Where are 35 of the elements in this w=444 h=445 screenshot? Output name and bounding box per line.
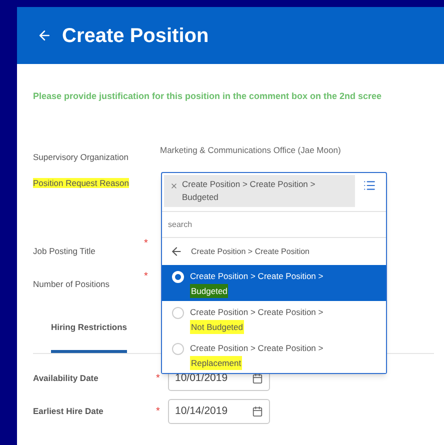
option-item[interactable]: Create Position > Create Position > Budgeted <box>162 265 386 301</box>
selected-chip[interactable]: Create Position > Create Position > Budgeted <box>164 175 355 207</box>
required-mark: * <box>156 373 160 384</box>
back-item[interactable]: Create Position > Create Position <box>162 238 386 265</box>
field-label: Earliest Hire Date <box>33 405 104 418</box>
search-field[interactable]: search <box>162 211 386 238</box>
field-label: Position Request Reason <box>33 178 129 188</box>
option-path: Create Position > Create Position > <box>190 306 324 319</box>
option-label: Replacement <box>190 356 242 370</box>
option-path: Create Position > Create Position > <box>190 342 324 355</box>
option-path: Create Position > Create Position > <box>190 270 324 283</box>
radio-button[interactable] <box>172 307 184 319</box>
option-item[interactable]: Create Position > Create Position > Replacement <box>162 337 386 373</box>
required-mark: * <box>144 271 148 282</box>
option-label: Budgeted <box>190 284 228 298</box>
radio-button[interactable] <box>172 343 184 355</box>
field-label: Supervisory Organization <box>33 152 128 162</box>
back-icon <box>170 245 183 258</box>
page-title: Create Position <box>62 24 209 48</box>
required-mark: * <box>156 406 160 417</box>
field-label: Number of Positions <box>33 279 110 289</box>
option-item[interactable]: Create Position > Create Position > Not Budgeted <box>162 301 386 337</box>
field-label: Job Posting Title <box>33 246 96 256</box>
date-field[interactable]: 10/14/2019 <box>168 399 270 424</box>
field-value: Marketing & Communications Office (Jae Moon) <box>160 144 341 157</box>
option-label: Not Budgeted <box>190 320 244 334</box>
list-icon[interactable] <box>363 179 376 192</box>
required-mark: * <box>144 238 148 249</box>
back-icon[interactable] <box>37 28 52 43</box>
calendar-icon[interactable] <box>252 373 263 384</box>
calendar-icon[interactable] <box>252 406 263 417</box>
field-label: Availability Date <box>33 372 100 385</box>
remove-icon[interactable] <box>170 182 178 190</box>
notice-text: Please provide justification for this position in the comment box on the 2nd scree <box>33 90 383 103</box>
tab[interactable]: Hiring Restrictions <box>51 321 128 353</box>
